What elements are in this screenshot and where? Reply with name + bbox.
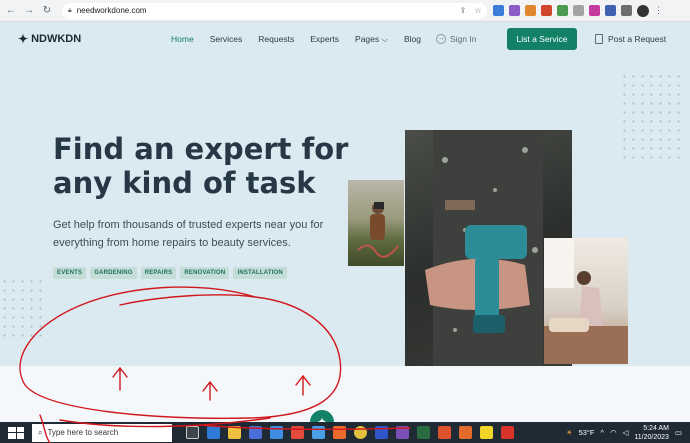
extension-icon[interactable] bbox=[589, 5, 600, 16]
share-icon[interactable]: ⇪ bbox=[458, 6, 468, 15]
nav-pages[interactable]: Pages ⌵ bbox=[355, 34, 388, 45]
youtube-icon[interactable] bbox=[501, 426, 514, 439]
document-icon bbox=[595, 34, 603, 44]
extension-icon[interactable] bbox=[525, 5, 536, 16]
notification-icon[interactable]: ▭ bbox=[675, 428, 682, 437]
taskbar-apps bbox=[186, 426, 514, 439]
chrome-icon[interactable] bbox=[354, 426, 367, 439]
extension-icon[interactable] bbox=[509, 5, 520, 16]
volume-icon[interactable]: ◁ bbox=[623, 428, 629, 437]
lock-icon: 🔒︎ bbox=[68, 6, 72, 14]
sign-in-icon: → bbox=[436, 34, 446, 44]
app-icon[interactable] bbox=[459, 426, 472, 439]
url-text: needworkdone.com bbox=[76, 6, 147, 15]
windows-taskbar: ⌕ Type here to search ☀ 53°F ^ ◠ ◁ 5:24 … bbox=[0, 422, 690, 443]
site-logo[interactable]: ✦ NDWKDN bbox=[18, 32, 81, 46]
system-tray: ☀ 53°F ^ ◠ ◁ 5:24 AM 11/20/2023 ▭ bbox=[566, 424, 690, 442]
bookmark-star-icon[interactable]: ☆ bbox=[473, 6, 483, 15]
back-icon[interactable]: ← bbox=[4, 5, 18, 16]
extension-icon[interactable] bbox=[557, 5, 568, 16]
clock[interactable]: 5:24 AM 11/20/2023 bbox=[634, 424, 669, 442]
photographer-image bbox=[348, 180, 404, 266]
extension-icon[interactable] bbox=[573, 5, 584, 16]
firefox-icon[interactable] bbox=[333, 426, 346, 439]
main-navigation: Home Services Requests Experts Pages ⌵ B… bbox=[171, 34, 437, 45]
store-icon[interactable] bbox=[249, 426, 262, 439]
clock-time: 5:24 AM bbox=[643, 424, 669, 432]
tag-repairs[interactable]: REPAIRS bbox=[140, 267, 177, 279]
tag-gardening[interactable]: GARDENING bbox=[90, 267, 137, 279]
app-icon[interactable] bbox=[291, 426, 304, 439]
wifi-icon[interactable]: ◠ bbox=[610, 428, 617, 437]
sticky-notes-icon[interactable] bbox=[480, 426, 493, 439]
puzzle-icon[interactable] bbox=[621, 5, 632, 16]
content-strip bbox=[0, 366, 690, 422]
app-icon[interactable] bbox=[312, 426, 325, 439]
list-service-button[interactable]: List a Service bbox=[507, 28, 577, 50]
search-icon: ⌕ bbox=[38, 427, 43, 437]
browser-toolbar: ← → ↻ 🔒︎ needworkdone.com ⇪ ☆ ⋮ bbox=[0, 0, 690, 22]
sign-in-label: Sign In bbox=[450, 34, 477, 44]
mail-icon[interactable] bbox=[270, 426, 283, 439]
dot-pattern bbox=[620, 72, 680, 162]
windows-start-icon[interactable] bbox=[8, 426, 24, 439]
nav-blog[interactable]: Blog bbox=[404, 34, 421, 45]
file-explorer-icon[interactable] bbox=[228, 426, 241, 439]
weather-temp[interactable]: 53°F bbox=[579, 428, 595, 437]
brave-icon[interactable] bbox=[438, 426, 451, 439]
tag-renovation[interactable]: RENOVATION bbox=[180, 267, 230, 279]
edge-icon[interactable] bbox=[207, 426, 220, 439]
post-request-link[interactable]: Post a Request bbox=[595, 34, 666, 44]
sign-in-link[interactable]: → Sign In bbox=[436, 34, 476, 44]
tag-events[interactable]: EVENTS bbox=[53, 267, 87, 279]
nav-home[interactable]: Home bbox=[171, 34, 194, 45]
website-viewport: ✦ NDWKDN Home Services Requests Experts … bbox=[0, 22, 690, 422]
weather-icon[interactable]: ☀ bbox=[566, 428, 573, 437]
forward-icon[interactable]: → bbox=[22, 5, 36, 16]
nav-requests[interactable]: Requests bbox=[258, 34, 294, 45]
extension-icon[interactable] bbox=[541, 5, 552, 16]
post-request-label: Post a Request bbox=[608, 34, 667, 44]
menu-dots-icon[interactable]: ⋮ bbox=[654, 5, 663, 16]
hero-title: Find an expert for any kind of task bbox=[53, 132, 349, 200]
nav-services[interactable]: Services bbox=[210, 34, 243, 45]
app-icon[interactable] bbox=[375, 426, 388, 439]
woman-bed-image bbox=[544, 238, 628, 364]
dot-pattern bbox=[0, 277, 45, 337]
clock-date: 11/20/2023 bbox=[634, 433, 669, 441]
reload-icon[interactable]: ↻ bbox=[40, 5, 54, 16]
extension-icon[interactable] bbox=[493, 5, 504, 16]
extension-icon[interactable] bbox=[605, 5, 616, 16]
tray-chevron-icon[interactable]: ^ bbox=[601, 428, 605, 437]
nav-experts[interactable]: Experts bbox=[310, 34, 339, 45]
address-bar[interactable]: 🔒︎ needworkdone.com ⇪ ☆ bbox=[62, 2, 487, 19]
task-view-icon[interactable] bbox=[186, 426, 199, 439]
taskbar-search[interactable]: ⌕ Type here to search bbox=[32, 423, 172, 442]
profile-avatar[interactable] bbox=[637, 4, 649, 17]
logo-text: NDWKDN bbox=[31, 33, 82, 45]
app-icon[interactable] bbox=[417, 426, 430, 439]
service-tags: EVENTS GARDENING REPAIRS RENOVATION INST… bbox=[53, 267, 287, 279]
hero-subtitle: Get help from thousands of trusted exper… bbox=[53, 219, 324, 249]
sparkle-icon: ✦ bbox=[18, 32, 29, 46]
app-icon[interactable] bbox=[396, 426, 409, 439]
taskbar-search-placeholder: Type here to search bbox=[47, 428, 119, 437]
tag-installation[interactable]: INSTALLATION bbox=[233, 267, 287, 279]
